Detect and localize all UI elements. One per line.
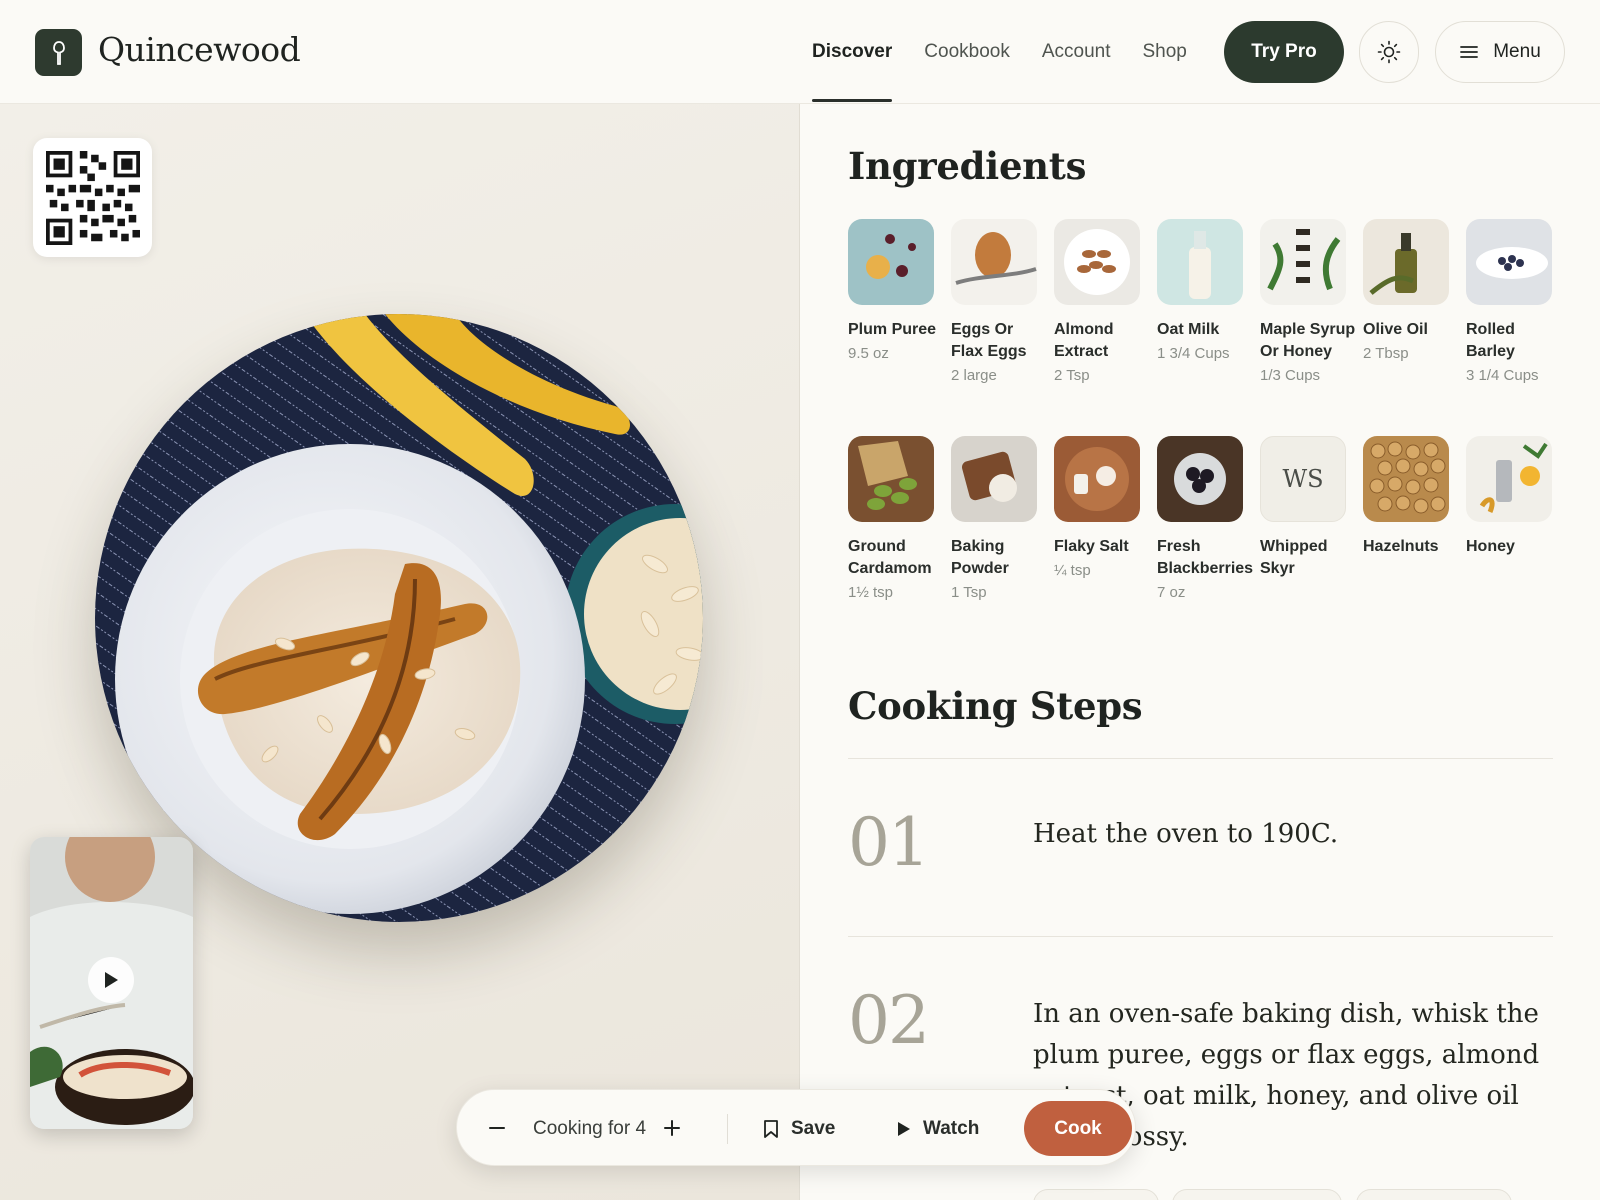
toolbar-divider [727,1114,728,1144]
ingredient-oat-milk[interactable]: Oat Milk 1 3/4 Cups [1157,219,1257,365]
dish-photo [95,314,703,922]
ingredient-qty: 9.5 oz [848,345,889,362]
nav-item-discover[interactable]: Discover [812,0,893,104]
ingredient-name: Rolled Barley [1466,321,1515,360]
ingredient-image [1260,219,1346,305]
ingredient-ground-cardamom[interactable]: Ground Cardamom 1½ tsp [848,436,948,604]
ingredient-name: Honey [1466,538,1515,555]
ingredient-image [848,219,934,305]
save-button[interactable]: Save [763,1090,835,1167]
ingredient-qty: 1½ tsp [848,584,894,601]
ingredient-image [1363,219,1449,305]
minus-icon [489,1127,505,1129]
ingredient-image [1157,219,1243,305]
ingredient-image [1157,436,1243,522]
ingredient-initials: WS [1282,465,1324,493]
divider [848,936,1553,937]
tag-pill[interactable] [1356,1189,1512,1200]
top-header: Quincewood Discover Cookbook Account Sho… [0,0,1600,104]
try-pro-button[interactable]: Try Pro [1224,21,1344,83]
ingredient-name: Oat Milk [1157,321,1220,338]
ingredient-plum-puree[interactable]: Plum Puree 9.5 oz [848,219,948,365]
ingredient-olive-oil[interactable]: Olive Oil 2 Tbsp [1363,219,1463,365]
ingredient-qty: 2 Tbsp [1363,345,1409,362]
recipe-content: Ingredients Plum Puree 9.5 oz Eggs Or Fl… [800,104,1600,1200]
ingredient-flaky-salt[interactable]: Flaky Salt ¼ tsp [1054,436,1154,582]
ingredient-image: WS [1260,436,1346,522]
ingredient-qty: 2 Tsp [1054,367,1090,384]
ingredient-qty: ¼ tsp [1054,562,1091,579]
ingredient-image [848,436,934,522]
increase-servings-button[interactable] [654,1110,690,1146]
nav-item-account[interactable]: Account [1042,0,1111,104]
ingredient-image [951,436,1037,522]
play-icon [898,1121,910,1136]
ingredient-image [1466,436,1552,522]
video-thumbnail[interactable] [30,837,193,1129]
ingredient-name: Hazelnuts [1363,538,1439,555]
ingredient-fresh-blackberries[interactable]: Fresh Blackberries 7 oz [1157,436,1257,604]
logo-fork-icon[interactable] [35,29,82,76]
cooking-toolbar: Cooking for 4 Save Watch Cook [456,1089,1136,1166]
ingredient-rolled-barley[interactable]: Rolled Barley 3 1/4 Cups [1466,219,1566,387]
ingredient-image [951,219,1037,305]
ingredient-hazelnuts[interactable]: Hazelnuts [1363,436,1463,558]
ingredient-image [1054,219,1140,305]
ingredient-name: Olive Oil [1363,321,1428,338]
ingredient-name: Maple Syrup Or Honey [1260,321,1356,360]
video-play-button[interactable] [88,957,134,1003]
ingredient-name: Whipped Skyr [1260,538,1328,577]
tag-pill[interactable] [1172,1189,1342,1200]
ingredient-name: Ground Cardamom [848,538,932,577]
ingredient-qty: 1/3 Cups [1260,367,1321,384]
menu-button[interactable]: Menu [1435,21,1565,83]
ingredient-baking-powder[interactable]: Baking Powder 1 Tsp [951,436,1051,604]
watch-button[interactable]: Watch [897,1090,979,1167]
ingredient-name: Plum Puree [848,321,937,338]
servings-label: Cooking for 4 [533,1118,647,1139]
step-number: 02 [848,982,930,1059]
hero-panel [0,104,800,1200]
plus-icon [664,1120,680,1136]
ingredient-whipped-skyr[interactable]: WS Whipped Skyr [1260,436,1360,580]
menu-label: Menu [1493,41,1541,62]
ingredients-heading: Ingredients [848,144,1087,188]
brand-name[interactable]: Quincewood [98,30,301,69]
nav-item-shop[interactable]: Shop [1143,0,1187,104]
watch-label: Watch [923,1117,980,1139]
cook-button[interactable]: Cook [1024,1101,1132,1156]
tag-pill[interactable] [1033,1189,1159,1200]
ingredient-eggs[interactable]: Eggs Or Flax Eggs 2 large [951,219,1051,387]
ingredient-qty: 2 large [951,367,997,384]
ingredient-name: Baking Powder [951,538,1009,577]
bookmark-icon [764,1119,778,1138]
step-text: Heat the oven to 190C. [1033,819,1339,849]
step-number: 01 [848,804,930,881]
ingredient-qty: 7 oz [1157,584,1186,601]
hamburger-icon [1460,46,1479,58]
ingredient-name: Eggs Or Flax Eggs [951,321,1027,360]
nav-item-cookbook[interactable]: Cookbook [924,0,1010,104]
ingredient-almond-extract[interactable]: Almond Extract 2 Tsp [1054,219,1154,387]
ingredient-name: Fresh Blackberries [1157,538,1254,577]
decrease-servings-button[interactable] [479,1110,515,1146]
cooking-steps-heading: Cooking Steps [848,684,1143,728]
play-icon [105,972,118,988]
ingredient-honey[interactable]: Honey [1466,436,1566,558]
ingredient-qty: 1 Tsp [951,584,987,601]
ingredient-name: Almond Extract [1054,321,1114,360]
ingredient-image [1466,219,1552,305]
qr-code-icon[interactable] [33,138,152,257]
ingredient-image [1363,436,1449,522]
theme-toggle-button[interactable] [1359,21,1419,83]
divider [848,758,1553,759]
ingredient-qty: 3 1/4 Cups [1466,367,1539,384]
ingredient-image [1054,436,1140,522]
ingredient-maple-syrup[interactable]: Maple Syrup Or Honey 1/3 Cups [1260,219,1360,387]
sun-icon [1377,40,1401,64]
ingredient-qty: 1 3/4 Cups [1157,345,1230,362]
ingredient-name: Flaky Salt [1054,538,1129,555]
save-label: Save [791,1117,836,1139]
main-nav: Discover Cookbook Account Shop [812,0,1219,104]
